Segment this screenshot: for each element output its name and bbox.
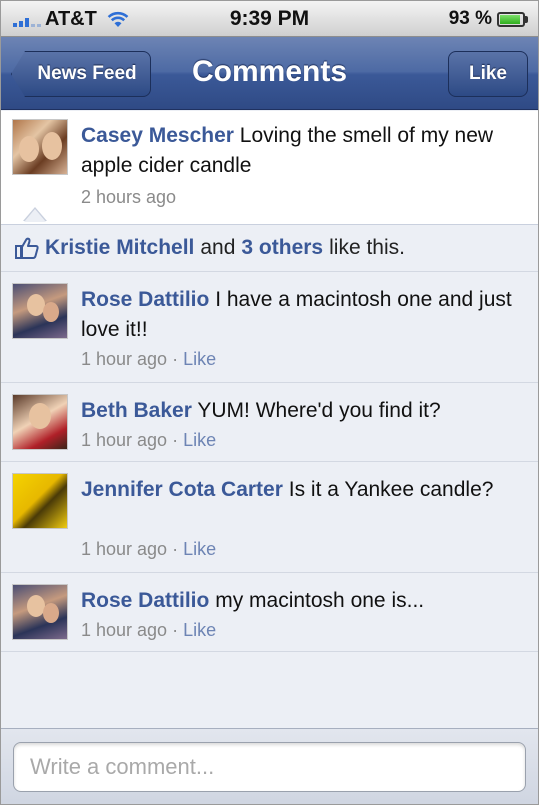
screen: AT&T 9:39 PM 93 % News Feed Comments Lik… bbox=[0, 0, 539, 805]
comment-input[interactable] bbox=[13, 742, 526, 792]
post-author[interactable]: Casey Mescher bbox=[81, 124, 234, 147]
avatar[interactable] bbox=[12, 394, 68, 450]
battery-group: 93 % bbox=[449, 8, 528, 30]
comment-meta: 1 hour ago · Like bbox=[81, 349, 216, 370]
avatar[interactable] bbox=[12, 283, 68, 339]
likes-summary: Kristie Mitchell and 3 others like this. bbox=[1, 225, 538, 272]
comment-author[interactable]: Rose Dattilio bbox=[81, 288, 209, 311]
comment-timestamp: 1 hour ago bbox=[81, 349, 168, 369]
meta-separator: · bbox=[172, 430, 179, 450]
comment-meta: 1 hour ago · Like bbox=[81, 620, 216, 641]
comment-timestamp: 1 hour ago bbox=[81, 620, 168, 640]
comment-composer bbox=[1, 728, 538, 804]
avatar[interactable] bbox=[12, 119, 68, 175]
comment-author[interactable]: Rose Dattilio bbox=[81, 589, 209, 612]
comment-author[interactable]: Beth Baker bbox=[81, 399, 192, 422]
comment-body: Rose Dattilio my macintosh one is... bbox=[81, 586, 518, 616]
likes-and: and bbox=[200, 236, 236, 259]
comment-like-link[interactable]: Like bbox=[183, 620, 216, 640]
comment-body: Jennifer Cota Carter Is it a Yankee cand… bbox=[81, 475, 518, 505]
comment-timestamp: 1 hour ago bbox=[81, 430, 168, 450]
like-button[interactable]: Like bbox=[448, 51, 528, 97]
comment-item: Rose Dattilio my macintosh one is... 1 h… bbox=[1, 574, 538, 652]
comment-text: my macintosh one is... bbox=[215, 589, 425, 612]
comment-like-link[interactable]: Like bbox=[183, 539, 216, 559]
comment-item: Jennifer Cota Carter Is it a Yankee cand… bbox=[1, 463, 538, 573]
comment-body: Beth Baker YUM! Where'd you find it? bbox=[81, 396, 518, 426]
thumbs-up-icon bbox=[15, 237, 39, 259]
post-timestamp: 2 hours ago bbox=[81, 187, 177, 207]
comment-item: Beth Baker YUM! Where'd you find it? 1 h… bbox=[1, 384, 538, 462]
comment-body: Rose Dattilio I have a macintosh one and… bbox=[81, 285, 518, 345]
status-bar: AT&T 9:39 PM 93 % bbox=[1, 1, 538, 37]
meta-separator: · bbox=[172, 620, 179, 640]
comment-item: Rose Dattilio I have a macintosh one and… bbox=[1, 273, 538, 383]
meta-separator: · bbox=[172, 349, 179, 369]
battery-icon bbox=[497, 11, 528, 27]
post-body: Casey Mescher Loving the smell of my new… bbox=[81, 121, 518, 181]
pointer-caret-inner bbox=[24, 209, 46, 222]
original-post: Casey Mescher Loving the smell of my new… bbox=[1, 111, 538, 225]
comment-like-link[interactable]: Like bbox=[183, 430, 216, 450]
avatar[interactable] bbox=[12, 473, 68, 529]
liker-name[interactable]: Kristie Mitchell bbox=[45, 236, 194, 260]
comment-author[interactable]: Jennifer Cota Carter bbox=[81, 478, 283, 501]
avatar[interactable] bbox=[12, 584, 68, 640]
comment-text: Is it a Yankee candle? bbox=[288, 478, 494, 501]
likes-suffix: like this. bbox=[329, 236, 405, 259]
navigation-bar: News Feed Comments Like bbox=[1, 37, 538, 110]
comment-like-link[interactable]: Like bbox=[183, 349, 216, 369]
comment-text: YUM! Where'd you find it? bbox=[197, 399, 441, 422]
battery-percent: 93 % bbox=[448, 8, 492, 29]
meta-separator: · bbox=[172, 539, 179, 559]
comment-meta: 1 hour ago · Like bbox=[81, 430, 216, 451]
comment-timestamp: 1 hour ago bbox=[81, 539, 168, 559]
comment-meta: 1 hour ago · Like bbox=[81, 539, 216, 560]
likes-others-link[interactable]: 3 others bbox=[241, 236, 323, 260]
